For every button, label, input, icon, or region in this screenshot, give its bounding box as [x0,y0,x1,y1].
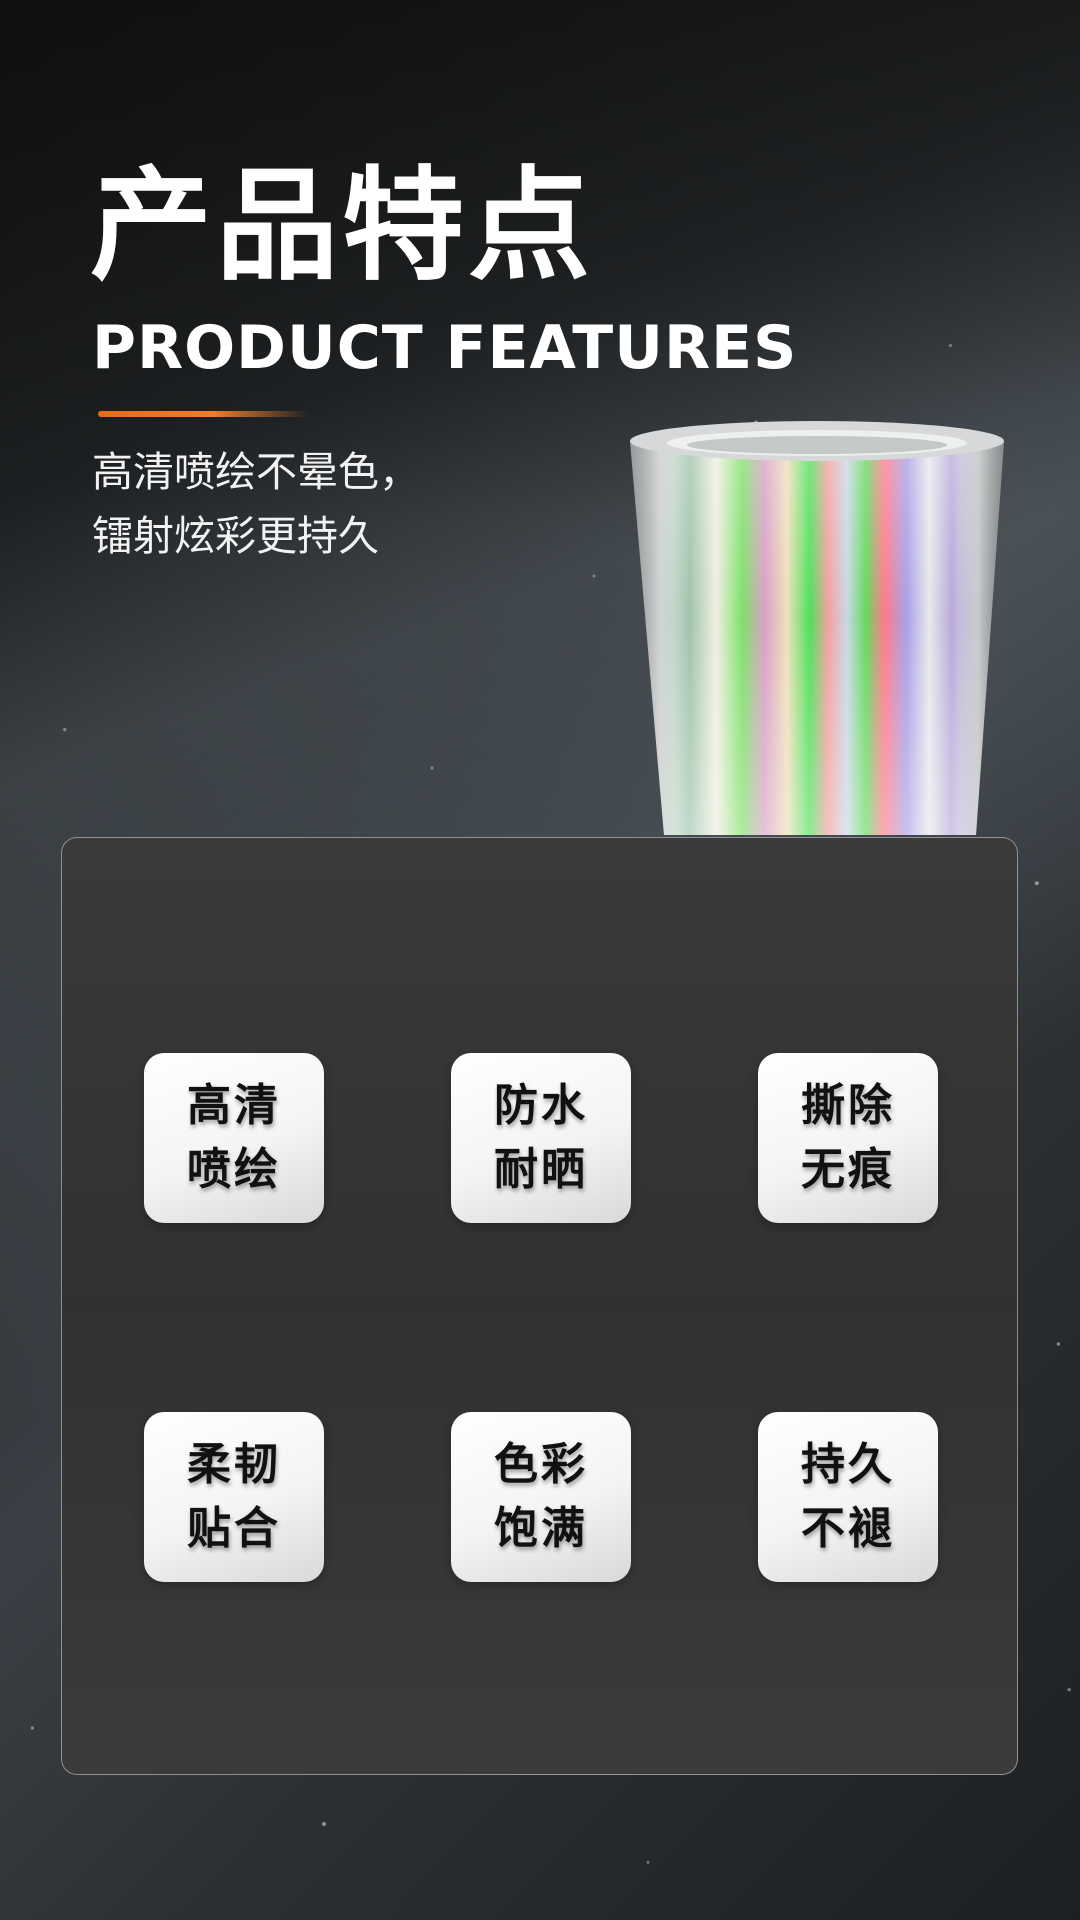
tagline-line-1: 高清喷绘不晕色， [92,448,420,496]
features-panel: 高清 喷绘 防水 耐晒 撕除 无痕 柔韧 贴合 色彩 饱满 持久 不褪 [61,837,1018,1775]
feature-card-waterproof: 防水 耐晒 [451,1053,631,1223]
feature-card-flexible: 柔韧 贴合 [144,1412,324,1582]
title-accent-divider [98,411,308,417]
feature-card-line-1: 撕除 [801,1080,895,1131]
feature-card-line-2: 饱满 [494,1503,588,1554]
tagline-line-2: 镭射炫彩更持久 [92,512,379,560]
feature-card-line-1: 高清 [187,1080,281,1131]
page-subtitle-english: PRODUCT FEATURES [92,313,798,383]
holographic-film-roll-image [630,421,1004,835]
feature-card-line-1: 色彩 [494,1439,588,1490]
feature-card-line-1: 防水 [494,1080,588,1131]
feature-card-vivid-color: 色彩 饱满 [451,1412,631,1582]
feature-card-line-2: 贴合 [187,1503,281,1554]
feature-card-line-2: 不褪 [801,1503,895,1554]
feature-card-line-2: 无痕 [801,1144,895,1195]
feature-card-line-2: 耐晒 [494,1144,588,1195]
tagline: 高清喷绘不晕色， 镭射炫彩更持久 [92,440,420,568]
feature-card-long-lasting: 持久 不褪 [758,1412,938,1582]
feature-card-residue-free: 撕除 无痕 [758,1053,938,1223]
feature-card-line-2: 喷绘 [187,1144,281,1195]
feature-card-line-1: 柔韧 [187,1439,281,1490]
page-title: 产品特点 [90,155,594,297]
feature-card-line-1: 持久 [801,1439,895,1490]
feature-card-hd-print: 高清 喷绘 [144,1053,324,1223]
